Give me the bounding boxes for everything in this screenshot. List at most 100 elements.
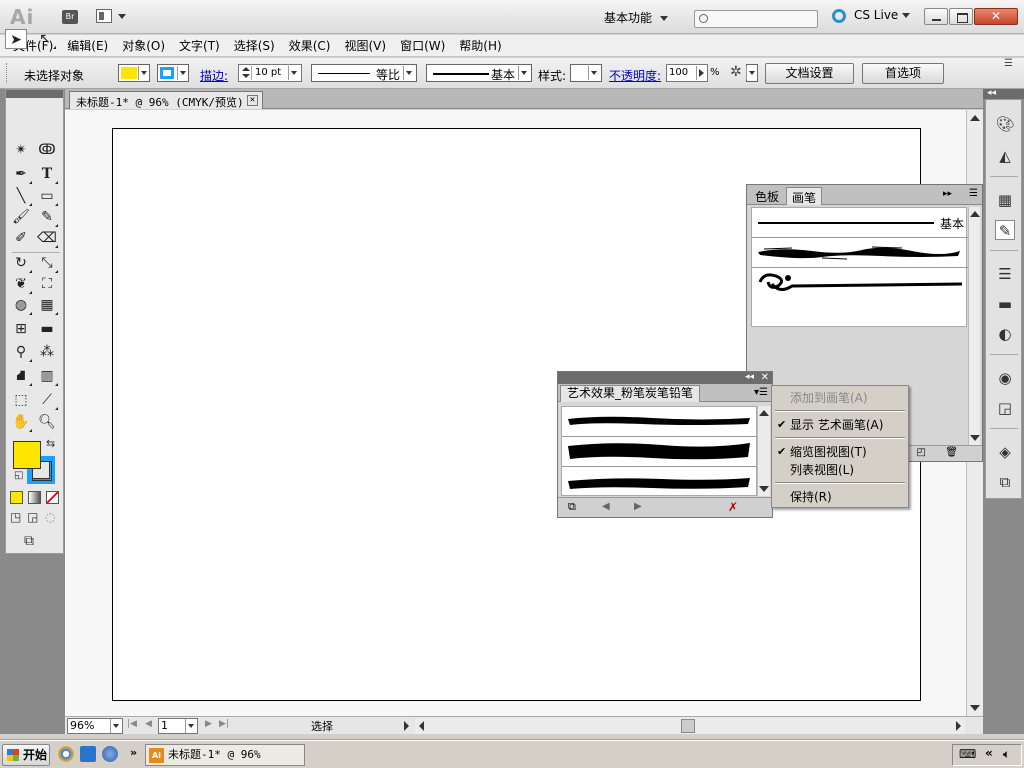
brushes-scrollbar[interactable] xyxy=(968,207,980,445)
scale-tool-icon[interactable]: ⤡ xyxy=(36,253,58,273)
fill-color-chip[interactable] xyxy=(13,441,41,469)
horizontal-scrollbar[interactable] xyxy=(415,718,965,734)
panel-menu-icon[interactable]: ▾☰ xyxy=(754,387,768,398)
hand-tool-icon[interactable]: ✋ xyxy=(10,412,32,432)
document-setup-button[interactable]: 文档设置 xyxy=(765,63,854,84)
document-tab[interactable]: 未标题-1* @ 96% (CMYK/预览) ✕ xyxy=(69,91,263,109)
preferences-button[interactable]: 首选项 xyxy=(862,63,944,84)
close-tab-icon[interactable]: ✕ xyxy=(247,95,258,106)
library-brush-row[interactable] xyxy=(562,407,756,437)
new-brush-icon[interactable]: ◰ xyxy=(917,447,926,458)
chevron-down-icon[interactable] xyxy=(288,66,300,80)
stroke-icon[interactable]: ☰ xyxy=(995,264,1015,284)
recolor-artwork-icon[interactable]: ✲ xyxy=(730,64,742,80)
fill-color-dropdown[interactable] xyxy=(118,64,150,82)
screen-mode-icon[interactable]: ⧉ xyxy=(24,533,34,549)
artboards-icon[interactable]: ⧉ xyxy=(995,472,1015,492)
menu-select[interactable]: 选择(S) xyxy=(234,37,275,54)
gradient-mode-icon[interactable] xyxy=(28,491,41,504)
symbol-sprayer-tool-icon[interactable]: ⛘ xyxy=(10,366,32,386)
brushes-icon[interactable]: ✎ xyxy=(995,220,1015,240)
first-artboard-icon[interactable]: |◀ xyxy=(127,719,137,729)
column-graph-tool-icon[interactable]: ▥ xyxy=(36,366,58,386)
slice-tool-icon[interactable]: ⟋ xyxy=(36,390,58,410)
collapse-panel-icon[interactable]: ◂◂ xyxy=(745,372,754,383)
rotate-tool-icon[interactable]: ↻ xyxy=(10,253,32,273)
direct-selection-tool-icon[interactable]: ↖ xyxy=(34,29,56,49)
zoom-dropdown[interactable]: 96% xyxy=(67,718,123,734)
menu-effect[interactable]: 效果(C) xyxy=(289,37,331,54)
type-tool-icon[interactable]: T xyxy=(36,164,58,184)
menu-help[interactable]: 帮助(H) xyxy=(459,37,501,54)
tab-swatches[interactable]: 色板 xyxy=(750,187,784,205)
start-button[interactable]: 开始 xyxy=(2,744,50,766)
mesh-tool-icon[interactable]: ⊞ xyxy=(10,319,32,339)
eraser-tool-icon[interactable]: ⌫ xyxy=(36,228,58,248)
dock-header[interactable]: ◂◂ xyxy=(983,89,1024,99)
menu-item-thumbnail-view[interactable]: ✔ 缩览图视图(T) xyxy=(772,443,908,461)
gradient-icon[interactable]: ▬ xyxy=(995,294,1015,314)
close-button[interactable]: ✕ xyxy=(974,8,1018,25)
scroll-thumb[interactable] xyxy=(681,719,695,733)
color-mode-icon[interactable] xyxy=(10,491,23,504)
layers-icon[interactable]: ◈ xyxy=(995,442,1015,462)
keyboard-icon[interactable]: ⌨ xyxy=(959,747,976,761)
graphic-styles-icon[interactable]: ◲ xyxy=(995,398,1015,418)
restore-button[interactable] xyxy=(949,8,973,25)
scroll-left-icon[interactable] xyxy=(419,721,424,731)
menu-item-show-art-brushes[interactable]: ✔ 显示 艺术画笔(A) xyxy=(772,416,908,434)
swatches-icon[interactable]: ▦ xyxy=(995,190,1015,210)
default-colors-icon[interactable]: ◱ xyxy=(14,470,23,481)
menu-view[interactable]: 视图(V) xyxy=(344,37,386,54)
menu-object[interactable]: 对象(O) xyxy=(122,37,165,54)
blob-brush-tool-icon[interactable]: ✐ xyxy=(10,228,32,248)
opacity-link[interactable]: 不透明度: xyxy=(609,67,661,84)
paintbrush-tool-icon[interactable]: 🖌 xyxy=(10,207,32,227)
gradient-tool-icon[interactable]: ▬ xyxy=(36,319,58,339)
workspace-switcher[interactable]: 基本功能 xyxy=(604,9,669,26)
previous-artboard-icon[interactable]: ◀ xyxy=(145,719,152,729)
more-quicklaunch-icon[interactable]: » xyxy=(130,746,137,759)
color-palette-icon[interactable]: 🎨︎ xyxy=(995,114,1015,134)
selection-tool-icon[interactable]: ➤ xyxy=(5,29,27,49)
lasso-tool-icon[interactable]: ↂ xyxy=(36,140,58,160)
scroll-right-icon[interactable] xyxy=(956,721,961,731)
zoom-tool-icon[interactable]: 🔍︎ xyxy=(36,412,58,432)
pen-tool-icon[interactable]: ✒ xyxy=(10,164,32,184)
status-mode-dropdown[interactable]: 选择 xyxy=(235,718,409,734)
media-player-icon[interactable] xyxy=(58,746,74,762)
stroke-panel-link[interactable]: 描边: xyxy=(200,67,228,84)
magic-wand-tool-icon[interactable]: ✴ xyxy=(10,140,32,160)
draw-behind-icon[interactable]: ◲ xyxy=(27,510,38,524)
perspective-grid-tool-icon[interactable]: ▦ xyxy=(36,295,58,315)
tab-brushes[interactable]: 画笔 xyxy=(786,187,823,205)
show-desktop-icon[interactable] xyxy=(80,746,96,762)
stepper-icon[interactable] xyxy=(240,66,252,80)
tray-expand-icon[interactable]: « xyxy=(985,746,993,760)
taskbar-illustrator-button[interactable]: Ai 未标题-1* @ 96% (CM... xyxy=(145,744,305,766)
scroll-down-icon[interactable] xyxy=(970,705,980,711)
graphic-style-dropdown[interactable] xyxy=(570,64,602,82)
line-tool-icon[interactable]: ╲ xyxy=(10,186,32,206)
blend-tool-icon[interactable]: ⁂ xyxy=(36,342,58,362)
transparency-icon[interactable]: ◐ xyxy=(995,324,1015,344)
recolor-dropdown[interactable] xyxy=(746,64,758,82)
rectangle-tool-icon[interactable]: ▭ xyxy=(36,186,58,206)
pencil-tool-icon[interactable]: ✎ xyxy=(36,207,58,227)
tools-panel-header[interactable] xyxy=(6,90,63,98)
stroke-weight-field[interactable]: 10 pt xyxy=(238,64,302,82)
brush-libraries-menu-icon[interactable]: ⧉ xyxy=(568,500,576,514)
control-bar-grip[interactable] xyxy=(6,63,10,83)
brush-definition-dropdown[interactable]: 基本 xyxy=(426,64,532,82)
variable-width-profile-dropdown[interactable]: 等比 xyxy=(311,64,417,82)
brush-row-charcoal[interactable] xyxy=(752,238,968,268)
brush-row-ornament[interactable] xyxy=(752,268,968,298)
collapse-panel-icon[interactable]: ▸▸ xyxy=(943,189,952,199)
last-artboard-icon[interactable]: ▶| xyxy=(219,719,229,729)
library-brush-row[interactable] xyxy=(562,437,756,467)
scroll-up-icon[interactable] xyxy=(970,115,980,121)
appearance-icon[interactable]: ◉ xyxy=(995,368,1015,388)
minimize-button[interactable] xyxy=(924,8,948,25)
stroke-color-dropdown[interactable] xyxy=(157,64,189,82)
artboard-number-field[interactable]: 1 xyxy=(158,718,198,734)
